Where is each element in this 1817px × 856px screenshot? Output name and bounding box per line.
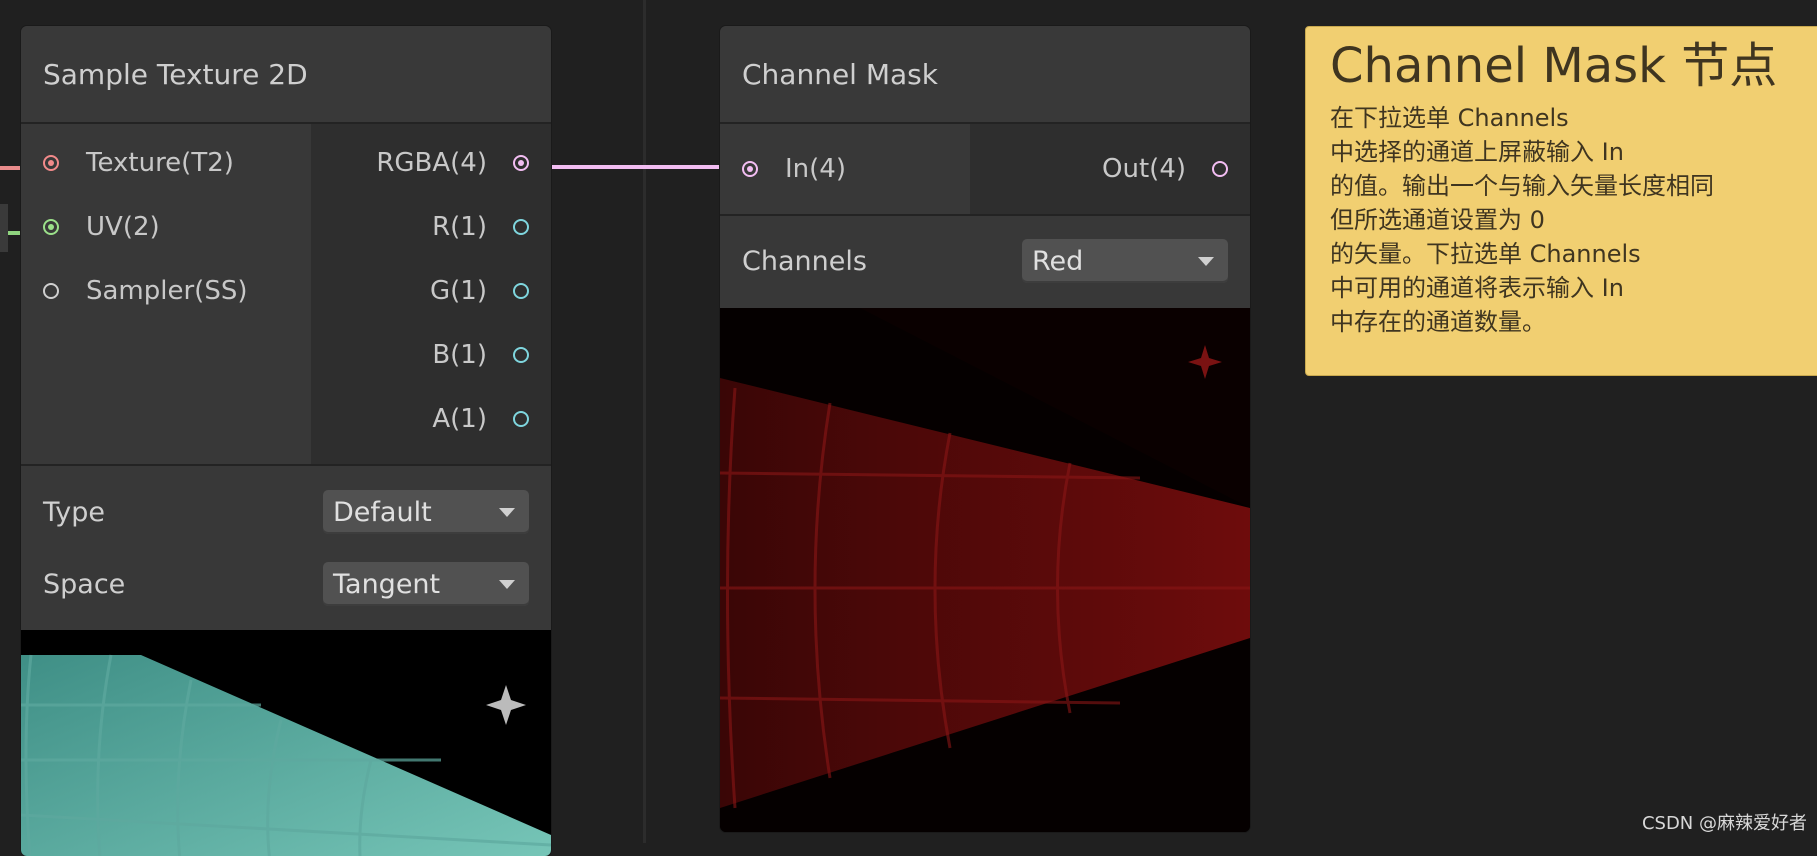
offscreen-node-edge: [0, 204, 8, 252]
note-body[interactable]: 在下拉选单 Channels 中选择的通道上屏蔽输入 In 的值。输出一个与输入…: [1330, 101, 1810, 339]
space-dropdown[interactable]: Tangent: [323, 562, 529, 606]
output-ports: Out(4): [970, 124, 1250, 214]
node-title[interactable]: Sample Texture 2D: [21, 26, 551, 124]
channels-value: Red: [1032, 245, 1084, 277]
output-port-r[interactable]: R(1): [311, 195, 551, 259]
output-port-g[interactable]: G(1): [311, 259, 551, 323]
chevron-down-icon: [499, 507, 515, 517]
watermark: CSDN @麻辣爱好者: [1641, 813, 1807, 834]
uv-port-dot[interactable]: [43, 219, 59, 235]
type-setting: Type Default: [21, 476, 551, 548]
input-port-texture[interactable]: Texture(T2): [21, 131, 311, 195]
sticky-note[interactable]: Channel Mask 节点 在下拉选单 Channels 中选择的通道上屏蔽…: [1305, 26, 1817, 376]
preview-image: [720, 308, 1250, 832]
a-port-dot[interactable]: [513, 411, 529, 427]
input-ports: In(4): [720, 124, 970, 214]
sample-texture-2d-node[interactable]: Sample Texture 2D Texture(T2) UV(2) Samp…: [21, 26, 551, 856]
channels-setting: Channels Red: [720, 216, 1250, 306]
port-label: In(4): [785, 154, 846, 184]
port-area: Texture(T2) UV(2) Sampler(SS) RGBA(4) R(…: [21, 124, 551, 464]
input-port-sampler[interactable]: Sampler(SS): [21, 259, 311, 323]
texture-preview[interactable]: [21, 630, 551, 856]
port-label: Texture(T2): [86, 148, 234, 178]
preview-image: [21, 630, 551, 856]
note-line: 在下拉选单 Channels: [1330, 104, 1569, 132]
input-port-uv[interactable]: UV(2): [21, 195, 311, 259]
rgba-port-dot[interactable]: [513, 155, 529, 171]
output-port-b[interactable]: B(1): [311, 323, 551, 387]
in-port-dot[interactable]: [742, 161, 758, 177]
input-port-in[interactable]: In(4): [720, 137, 970, 201]
port-label: R(1): [432, 212, 487, 242]
space-setting: Space Tangent: [21, 548, 551, 620]
note-line: 的矢量。下拉选单 Channels: [1330, 240, 1641, 268]
channels-label: Channels: [742, 245, 867, 277]
out-port-dot[interactable]: [1212, 161, 1228, 177]
g-port-dot[interactable]: [513, 283, 529, 299]
b-port-dot[interactable]: [513, 347, 529, 363]
port-label: G(1): [430, 276, 487, 306]
note-title[interactable]: Channel Mask 节点: [1330, 37, 1810, 95]
mask-preview[interactable]: [720, 308, 1250, 832]
node-title[interactable]: Channel Mask: [720, 26, 1250, 124]
node-settings: Type Default Space Tangent: [21, 464, 551, 630]
node-settings: Channels Red: [720, 214, 1250, 308]
type-label: Type: [43, 496, 106, 528]
type-value: Default: [333, 496, 432, 528]
texture-port-dot[interactable]: [43, 155, 59, 171]
chevron-down-icon: [1198, 256, 1214, 266]
rgba-to-in-wire[interactable]: [528, 165, 748, 169]
canvas-grid-line: [643, 0, 646, 843]
note-line: 但所选通道设置为 0: [1330, 206, 1545, 234]
output-port-out[interactable]: Out(4): [970, 137, 1250, 201]
note-line: 中选择的通道上屏蔽输入 In: [1330, 138, 1624, 166]
output-port-rgba[interactable]: RGBA(4): [311, 131, 551, 195]
port-label: Out(4): [1102, 154, 1186, 184]
port-label: UV(2): [86, 212, 160, 242]
note-line: 中存在的通道数量。: [1330, 308, 1546, 336]
space-value: Tangent: [333, 568, 441, 600]
output-ports: RGBA(4) R(1) G(1) B(1) A(1): [311, 124, 551, 464]
port-label: B(1): [432, 340, 487, 370]
note-line: 中可用的通道将表示输入 In: [1330, 274, 1624, 302]
note-line: 的值。输出一个与输入矢量长度相同: [1330, 172, 1714, 200]
space-label: Space: [43, 568, 126, 600]
sampler-port-dot[interactable]: [43, 283, 59, 299]
channel-mask-node[interactable]: Channel Mask In(4) Out(4) Channels Red: [720, 26, 1250, 832]
port-label: RGBA(4): [376, 148, 487, 178]
input-ports: Texture(T2) UV(2) Sampler(SS): [21, 124, 311, 464]
output-port-a[interactable]: A(1): [311, 387, 551, 451]
channels-dropdown[interactable]: Red: [1022, 239, 1228, 283]
port-label: A(1): [432, 404, 487, 434]
chevron-down-icon: [499, 579, 515, 589]
port-area: In(4) Out(4): [720, 124, 1250, 214]
type-dropdown[interactable]: Default: [323, 490, 529, 534]
r-port-dot[interactable]: [513, 219, 529, 235]
port-label: Sampler(SS): [86, 276, 248, 306]
